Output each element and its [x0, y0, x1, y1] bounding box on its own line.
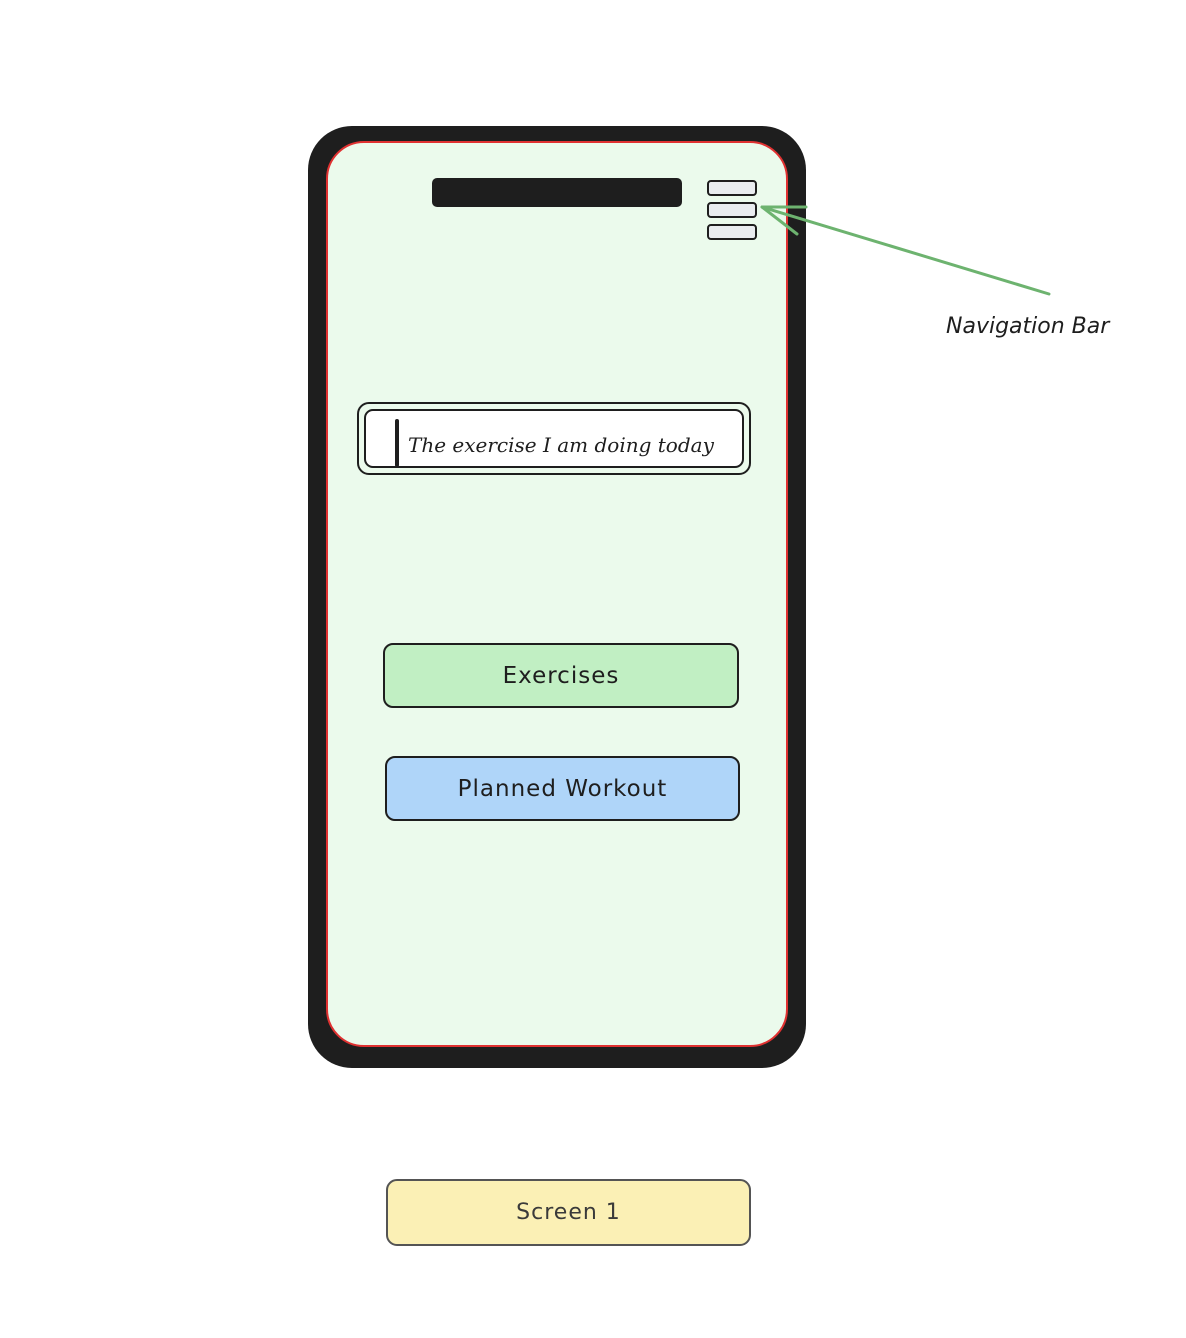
- exercises-button[interactable]: Exercises: [383, 643, 739, 708]
- screen-label: Screen 1: [386, 1179, 751, 1246]
- search-input[interactable]: The exercise I am doing today: [364, 409, 744, 468]
- navigation-bar-annotation: Navigation Bar: [946, 314, 1110, 339]
- search-placeholder: The exercise I am doing today: [408, 433, 714, 457]
- exercise-search-field[interactable]: The exercise I am doing today: [357, 402, 751, 475]
- hamburger-line: [707, 180, 757, 196]
- hamburger-line: [707, 202, 757, 218]
- planned-workout-button[interactable]: Planned Workout: [385, 756, 740, 821]
- hamburger-line: [707, 224, 757, 240]
- status-bar: [432, 178, 682, 207]
- phone-screen: [326, 141, 788, 1047]
- text-caret: [395, 419, 399, 467]
